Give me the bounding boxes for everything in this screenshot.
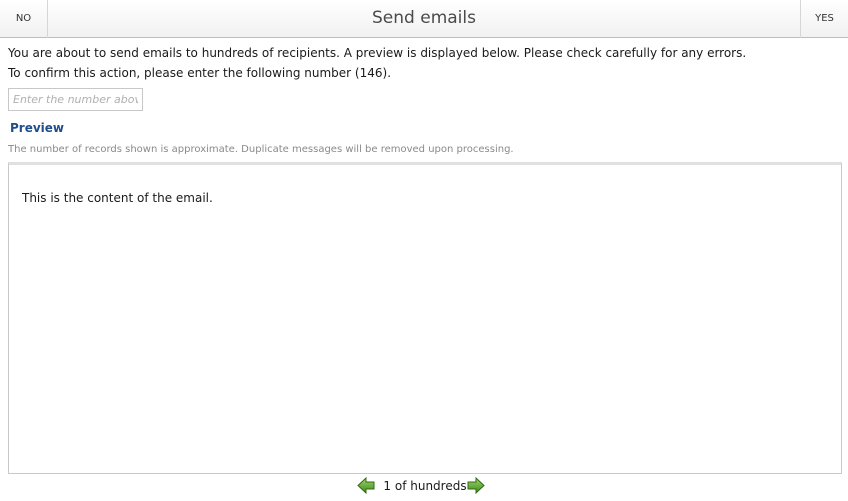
warning-message: You are about to send emails to hundreds… [8,46,747,60]
arrow-right-icon[interactable] [467,476,485,495]
arrow-left-icon[interactable] [357,476,375,495]
pager-label: 1 of hundreds [383,479,467,493]
no-button[interactable]: NO [0,0,48,38]
yes-button[interactable]: YES [800,0,848,38]
preview-note: The number of records shown is approxima… [8,144,514,155]
page-title: Send emails [372,8,476,28]
header-bar: NO Send emails YES [0,0,848,38]
email-preview-pane[interactable]: This is the content of the email. [8,162,842,474]
email-content: This is the content of the email. [22,191,213,205]
confirm-instruction: To confirm this action, please enter the… [8,66,392,80]
preview-heading: Preview [10,121,65,135]
preview-pager: 1 of hundreds [0,476,848,496]
confirm-number-input[interactable] [8,88,143,111]
